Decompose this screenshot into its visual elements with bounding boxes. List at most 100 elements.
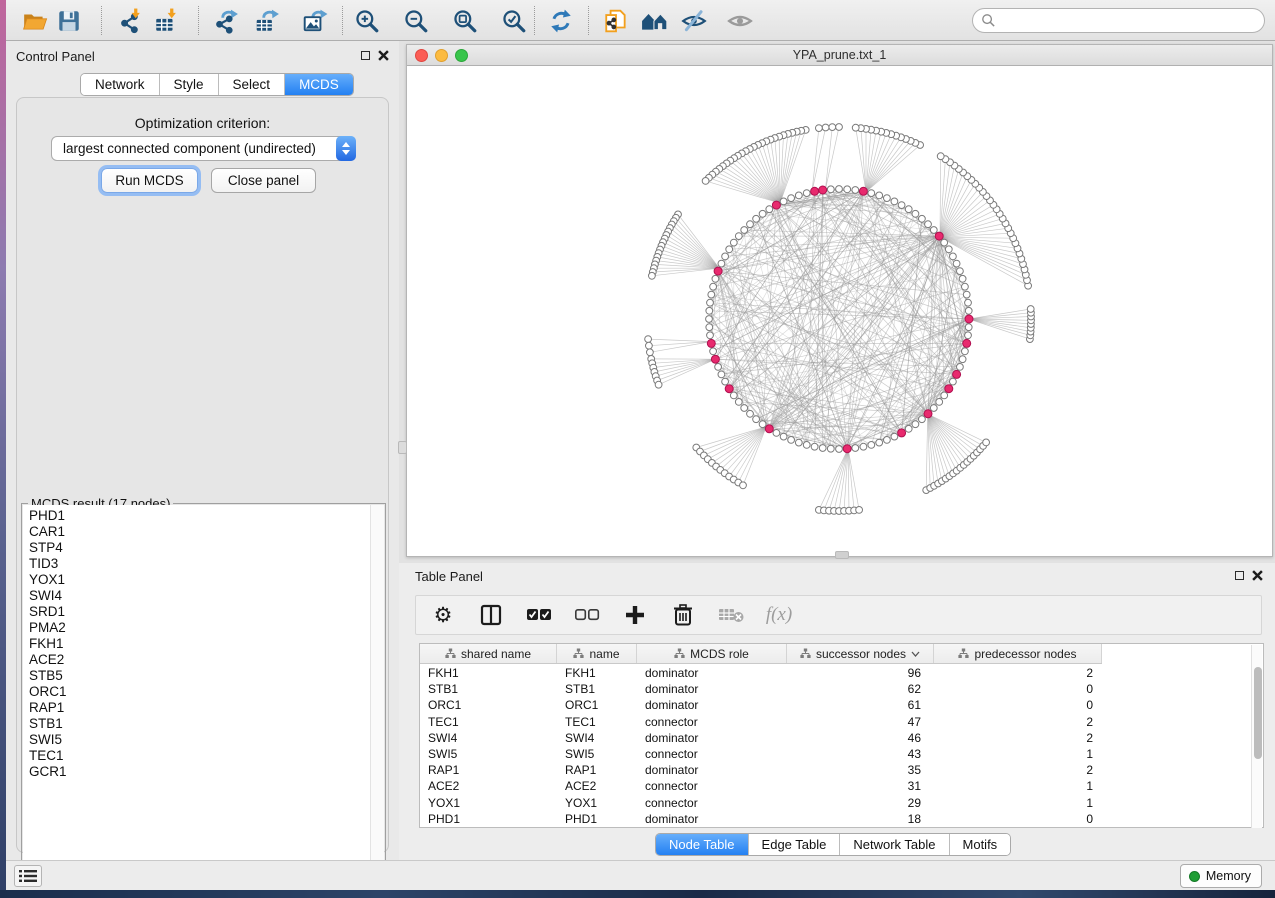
import-network-icon[interactable]	[116, 7, 144, 35]
hide-selected-eye-slash-icon[interactable]	[680, 7, 708, 35]
node-table-rows: FKH1FKH1dominator962STB1STB1dominator620…	[420, 665, 1102, 827]
home-views-icon[interactable]	[641, 7, 669, 35]
table-toolbar: ⚙ f(x)	[415, 595, 1262, 635]
columns-icon[interactable]	[478, 602, 504, 628]
column-header-name[interactable]: name	[557, 644, 637, 663]
network-window-title: YPA_prune.txt_1	[407, 48, 1272, 62]
run-mcds-button[interactable]: Run MCDS	[101, 168, 198, 193]
network-graph	[407, 66, 1272, 556]
column-header-shared-name[interactable]: shared name	[420, 644, 557, 663]
table-cell: 96	[787, 666, 934, 680]
node-table[interactable]: shared name nameMCDS rolesuccessor nodesp…	[419, 643, 1264, 828]
delete-table-icon	[718, 602, 744, 628]
mcds-result-item[interactable]: ORC1	[29, 684, 370, 700]
table-row[interactable]: STB1STB1dominator620	[420, 681, 1102, 697]
table-cell: TEC1	[557, 715, 637, 729]
deselect-all-icon[interactable]	[574, 602, 600, 628]
mcds-result-item[interactable]: PHD1	[29, 508, 370, 524]
table-cell: ORC1	[557, 698, 637, 712]
mcds-result-item[interactable]: FKH1	[29, 636, 370, 652]
tab-mcds[interactable]: MCDS	[284, 74, 353, 95]
mcds-result-item[interactable]: ACE2	[29, 652, 370, 668]
tab-select[interactable]: Select	[218, 74, 285, 95]
table-tab-network-table[interactable]: Network Table	[839, 834, 948, 855]
mcds-result-list[interactable]: PHD1CAR1STP4TID3YOX1SWI4SRD1PMA2FKH1ACE2…	[23, 505, 370, 868]
vertical-splitter-handle[interactable]	[398, 441, 407, 454]
mcds-result-item[interactable]: GCR1	[29, 764, 370, 780]
column-header-successor-nodes[interactable]: successor nodes	[787, 644, 934, 663]
memory-status-icon	[1189, 871, 1200, 882]
delete-rows-trash-icon[interactable]	[670, 602, 696, 628]
table-row[interactable]: SWI4SWI4dominator462	[420, 730, 1102, 746]
table-scrollbar-thumb[interactable]	[1254, 667, 1262, 759]
table-row[interactable]: ORC1ORC1dominator610	[420, 697, 1102, 713]
mcds-result-item[interactable]: SWI5	[29, 732, 370, 748]
mcds-result-item[interactable]: STB5	[29, 668, 370, 684]
control-panel-tabs: NetworkStyleSelectMCDS	[80, 73, 354, 96]
tree-icon	[445, 648, 456, 659]
tab-style[interactable]: Style	[159, 74, 218, 95]
open-folder-icon[interactable]	[21, 7, 49, 35]
criterion-dropdown[interactable]: largest connected component (undirected)	[51, 136, 356, 161]
tab-network[interactable]: Network	[81, 74, 159, 95]
table-tab-motifs[interactable]: Motifs	[949, 834, 1011, 855]
settings-gear-icon[interactable]: ⚙	[430, 602, 456, 628]
mcds-result-item[interactable]: SWI4	[29, 588, 370, 604]
add-row-icon[interactable]	[622, 602, 648, 628]
export-table-icon[interactable]	[253, 7, 281, 35]
table-cell: TEC1	[420, 715, 557, 729]
task-history-button[interactable]	[14, 865, 42, 887]
table-row[interactable]: FKH1FKH1dominator962	[420, 665, 1102, 681]
zoom-fit-icon[interactable]	[451, 7, 479, 35]
table-tab-node-table[interactable]: Node Table	[656, 834, 748, 855]
network-from-selection-icon[interactable]	[602, 7, 630, 35]
zoom-out-icon[interactable]	[402, 7, 430, 35]
mcds-result-item[interactable]: SRD1	[29, 604, 370, 620]
zoom-in-icon[interactable]	[353, 7, 381, 35]
table-cell: ORC1	[420, 698, 557, 712]
mcds-result-item[interactable]: TEC1	[29, 748, 370, 764]
table-row[interactable]: YOX1YOX1connector291	[420, 795, 1102, 811]
table-row[interactable]: ACE2ACE2connector311	[420, 778, 1102, 794]
mcds-result-item[interactable]: YOX1	[29, 572, 370, 588]
network-window-titlebar[interactable]: YPA_prune.txt_1	[407, 45, 1272, 66]
toolbar-separator	[342, 6, 343, 35]
search-input[interactable]	[972, 8, 1265, 33]
control-panel: Control Panel NetworkStyleSelectMCDS Opt…	[6, 41, 399, 860]
table-tab-edge-table[interactable]: Edge Table	[748, 834, 840, 855]
export-network-icon[interactable]	[212, 7, 240, 35]
column-header-label: shared name	[461, 647, 531, 661]
table-cell: dominator	[637, 666, 787, 680]
column-header-MCDS-role[interactable]: MCDS role	[637, 644, 787, 663]
network-canvas[interactable]	[407, 66, 1272, 556]
refresh-icon[interactable]	[547, 7, 575, 35]
table-row[interactable]: SWI5SWI5connector431	[420, 746, 1102, 762]
close-panel-button[interactable]: Close panel	[211, 168, 316, 193]
zoom-selected-icon[interactable]	[500, 7, 528, 35]
float-window-icon[interactable]	[1235, 571, 1244, 580]
mcds-result-item[interactable]: STB1	[29, 716, 370, 732]
table-cell: dominator	[637, 698, 787, 712]
save-icon[interactable]	[55, 7, 83, 35]
table-row[interactable]: PHD1PHD1dominator180	[420, 811, 1102, 827]
close-icon[interactable]	[378, 50, 389, 61]
close-icon[interactable]	[1252, 570, 1263, 581]
table-scrollbar[interactable]	[1251, 645, 1262, 828]
table-row[interactable]: RAP1RAP1dominator352	[420, 762, 1102, 778]
import-table-icon[interactable]	[152, 7, 180, 35]
mcds-result-item[interactable]: TID3	[29, 556, 370, 572]
memory-button[interactable]: Memory	[1180, 864, 1262, 888]
mcds-result-item[interactable]: STP4	[29, 540, 370, 556]
mcds-list-scrollbar[interactable]	[370, 505, 384, 868]
desktop-wallpaper-bottom	[0, 890, 1275, 898]
table-cell: 1	[934, 747, 1102, 761]
float-window-icon[interactable]	[361, 51, 370, 60]
horizontal-splitter-handle[interactable]	[835, 551, 849, 559]
mcds-result-item[interactable]: CAR1	[29, 524, 370, 540]
column-header-predecessor-nodes[interactable]: predecessor nodes	[934, 644, 1102, 663]
export-image-icon[interactable]	[301, 7, 329, 35]
select-all-icon[interactable]	[526, 602, 552, 628]
table-row[interactable]: TEC1TEC1connector472	[420, 714, 1102, 730]
mcds-result-item[interactable]: PMA2	[29, 620, 370, 636]
mcds-result-item[interactable]: RAP1	[29, 700, 370, 716]
